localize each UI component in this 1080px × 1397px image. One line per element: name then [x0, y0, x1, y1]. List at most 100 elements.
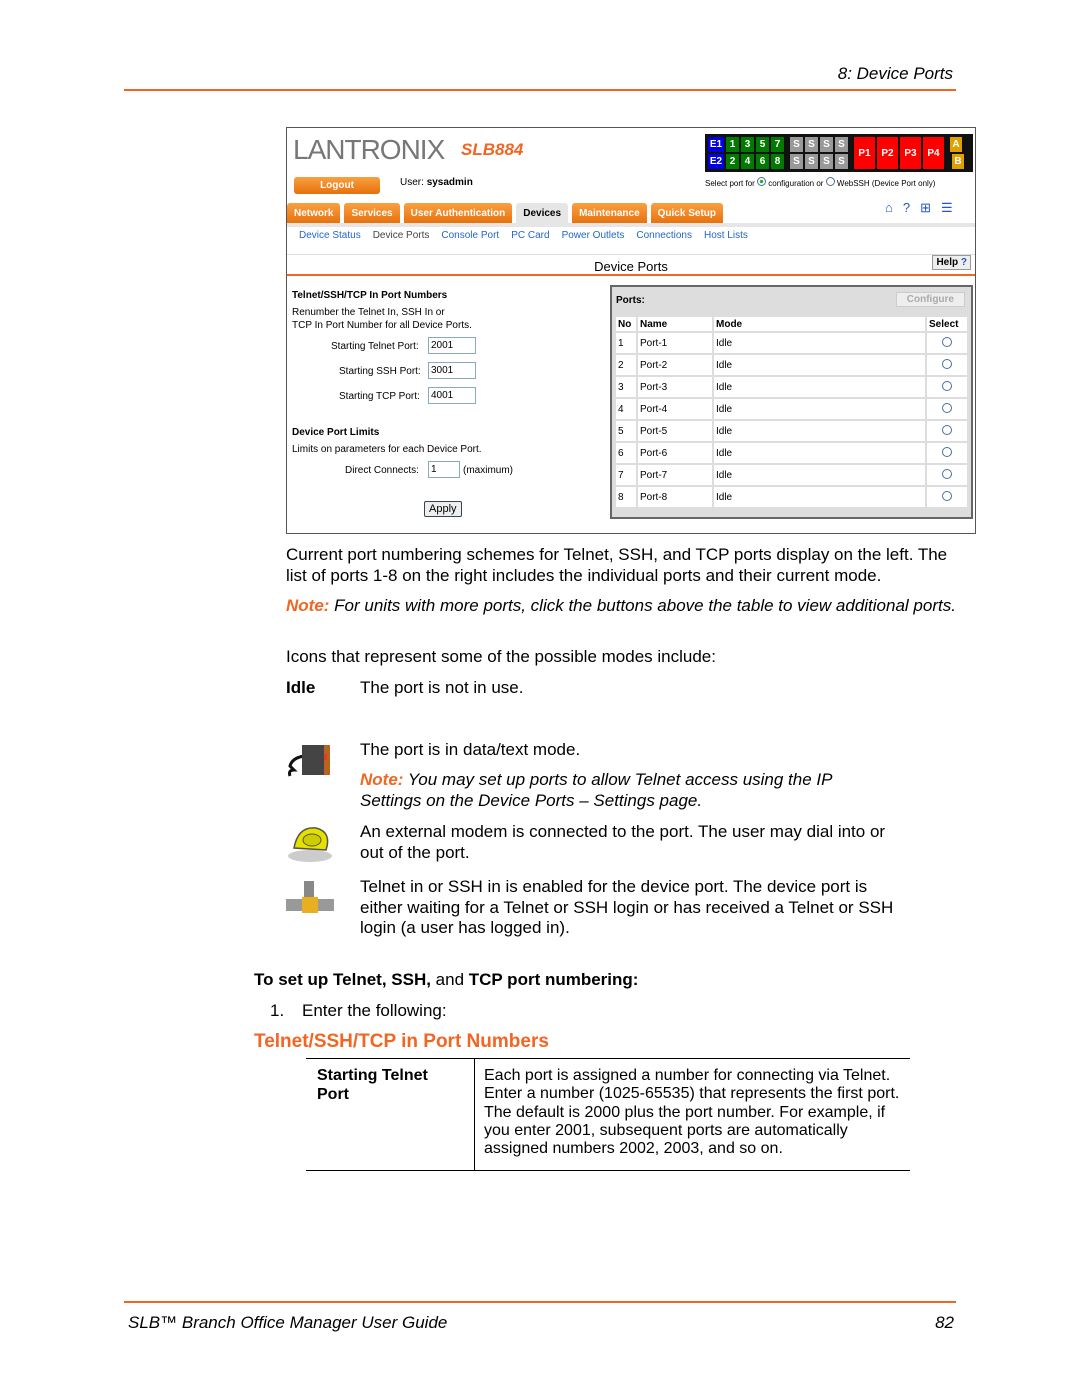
help-button[interactable]: Help ? [932, 255, 971, 270]
port-mode-cell: Idle [714, 487, 925, 507]
home-icon[interactable]: ⌂ [885, 200, 893, 216]
port-name-cell: Port-5 [638, 421, 712, 441]
modem-desc: An external modem is connected to the po… [360, 822, 886, 862]
port-select-radio[interactable] [942, 468, 952, 479]
port-button[interactable]: 6 [756, 154, 769, 169]
subnav-device-ports[interactable]: Device Ports [373, 230, 430, 244]
port-row: 7 Port-7 Idle [616, 465, 967, 485]
port-button[interactable]: S [835, 137, 848, 152]
help-question-icon: ? [960, 257, 967, 268]
ssh-port-input[interactable] [428, 362, 476, 379]
port-no-cell: 5 [616, 421, 636, 441]
port-name-cell: Port-1 [638, 333, 712, 353]
logout-button[interactable]: Logout [294, 177, 380, 194]
port-button[interactable]: S [805, 137, 818, 152]
note-paragraph: Note: For units with more ports, click t… [286, 596, 956, 617]
port-select-radio[interactable] [942, 358, 952, 369]
subnav-host-lists[interactable]: Host Lists [704, 230, 748, 244]
tab-maintenance[interactable]: Maintenance [572, 203, 647, 224]
data-mode-icon [288, 745, 330, 777]
port-select-radio[interactable] [942, 490, 952, 501]
port-select-radio[interactable] [942, 424, 952, 435]
tcp-port-label: Starting TCP Port: [339, 391, 420, 402]
tab-services[interactable]: Services [344, 203, 400, 224]
subnav-pc-card[interactable]: PC Card [511, 230, 549, 244]
tcp-port-input[interactable] [428, 387, 476, 404]
port-name-cell: Port-2 [638, 355, 712, 375]
header-rule [124, 89, 956, 91]
help-icon[interactable]: ? [903, 200, 910, 216]
port-select-radio[interactable] [942, 446, 952, 457]
port-button[interactable]: E1 [708, 137, 724, 152]
page-title: Device Ports [287, 254, 975, 276]
port-button[interactable]: S [820, 137, 833, 152]
config-radio[interactable] [757, 177, 767, 186]
main-tabs: Network Services User Authentication Dev… [287, 203, 723, 224]
port-row: 2 Port-2 Idle [616, 355, 967, 375]
definition-table: Starting Telnet Port Each port is assign… [306, 1058, 910, 1171]
port-button[interactable]: S [790, 137, 803, 152]
port-panel: E1 1 3 5 7 S S S S P1 P2 P3 P4 A E2 2 4 … [705, 134, 973, 172]
tab-quick-setup[interactable]: Quick Setup [650, 203, 723, 224]
port-select-radio[interactable] [942, 402, 952, 413]
telnet-port-input[interactable] [428, 337, 476, 354]
subnav-power-outlets[interactable]: Power Outlets [562, 230, 625, 244]
direct-connects-input[interactable] [428, 461, 460, 478]
help-label: Help [936, 257, 959, 268]
port-row: 3 Port-3 Idle [616, 377, 967, 397]
port-name-cell: Port-8 [638, 487, 712, 507]
port-button[interactable]: S [805, 154, 818, 169]
port-select-cell [927, 355, 967, 375]
port-numbers-heading: Telnet/SSH/TCP In Port Numbers [292, 290, 448, 301]
configure-button[interactable]: Configure [895, 292, 965, 307]
note-text: For units with more ports, click the but… [329, 596, 956, 615]
port-button[interactable]: 8 [771, 154, 784, 169]
port-select-radio[interactable] [942, 336, 952, 347]
port-select-radio[interactable] [942, 380, 952, 391]
port-name-cell: Port-4 [638, 399, 712, 419]
port-button[interactable]: 5 [756, 137, 769, 152]
col-name: Name [638, 317, 712, 331]
port-button[interactable]: E2 [708, 154, 724, 169]
lantronix-logo: LANTRONIX [293, 134, 445, 165]
port-mode-cell: Idle [714, 377, 925, 397]
port-button[interactable]: S [835, 154, 848, 169]
log-icon[interactable]: ☰ [941, 200, 953, 216]
apply-button[interactable]: Apply [424, 501, 462, 517]
port-no-cell: 4 [616, 399, 636, 419]
webssh-label: WebSSH (Device Port only) [836, 179, 936, 188]
subnav-console-port[interactable]: Console Port [441, 230, 499, 244]
tab-devices[interactable]: Devices [516, 203, 569, 224]
port-button[interactable]: S [820, 154, 833, 169]
port-button[interactable]: 1 [726, 137, 739, 152]
select-port-label: Select port for [705, 179, 755, 188]
note-text: You may set up ports to allow Telnet acc… [360, 770, 832, 810]
port-name-cell: Port-6 [638, 443, 712, 463]
tab-network[interactable]: Network [287, 203, 341, 224]
select-port-mode: Select port for configuration or WebSSH … [705, 177, 935, 188]
subnav-connections[interactable]: Connections [636, 230, 692, 244]
port-no-cell: 8 [616, 487, 636, 507]
port-button[interactable]: 7 [771, 137, 784, 152]
port-button[interactable]: S [790, 154, 803, 169]
subnav-device-status[interactable]: Device Status [299, 230, 361, 244]
port-button[interactable]: 3 [741, 137, 754, 152]
pc-card-button[interactable]: B [952, 154, 964, 169]
pc-card-button[interactable]: A [950, 137, 962, 152]
config-label: configuration or [768, 179, 824, 188]
port-button[interactable]: 2 [726, 154, 739, 169]
sitemap-icon[interactable]: ⊞ [920, 200, 931, 216]
ports-title: Ports: [616, 295, 645, 306]
telnet-port-label: Starting Telnet Port: [331, 341, 419, 352]
model-name: SLB884 [461, 140, 524, 159]
webssh-radio[interactable] [825, 177, 835, 186]
toolbar-icons: ⌂ ? ⊞ ☰ [885, 200, 953, 216]
port-button[interactable]: 4 [741, 154, 754, 169]
note2-paragraph: Note: You may set up ports to allow Teln… [360, 770, 880, 811]
port-row: 5 Port-5 Idle [616, 421, 967, 441]
tab-user-authentication[interactable]: User Authentication [403, 203, 513, 224]
intro-paragraph: Current port numbering schemes for Telne… [286, 545, 948, 585]
footer-rule [124, 1301, 956, 1303]
setup-heading-part: TCP port numbering: [468, 970, 639, 989]
direct-connects-suffix: (maximum) [463, 465, 513, 476]
